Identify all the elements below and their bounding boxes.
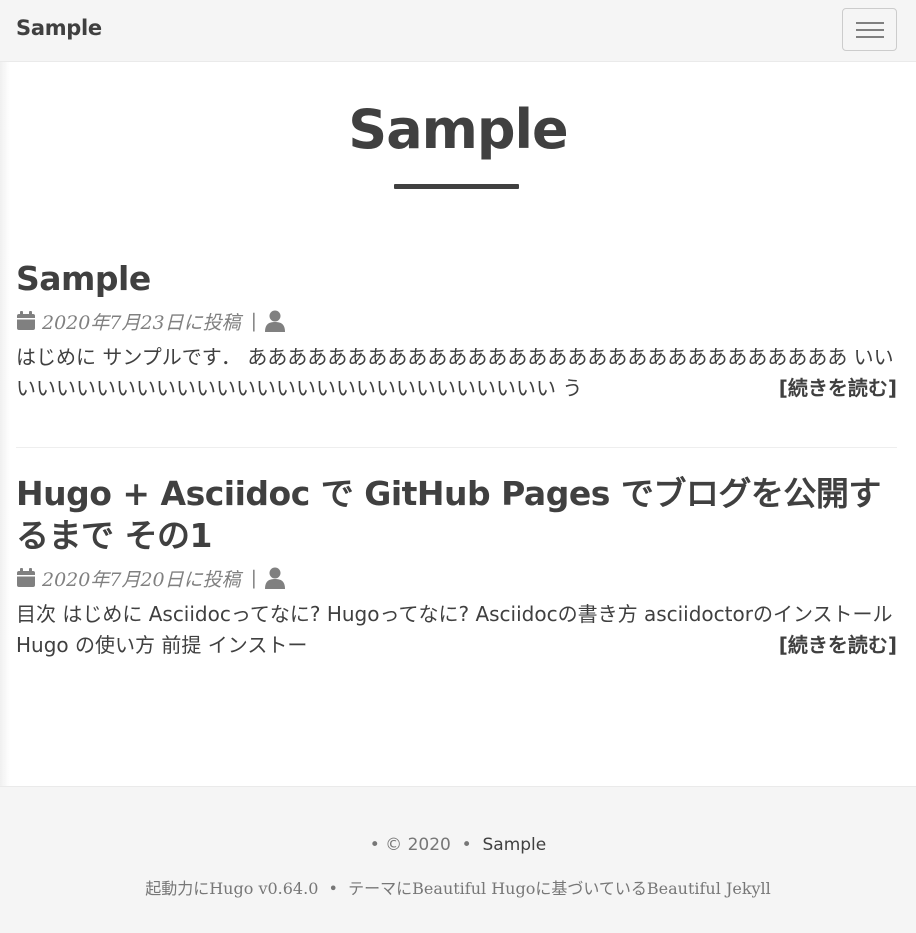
excerpt-text: 目次 はじめに Asciidocってなに? Hugoってなに? Asciidoc… (16, 602, 893, 657)
post-date: 2020年7月20日に投稿 (42, 568, 241, 591)
post-preview-item: Hugo + Asciidoc で GitHub Pages でブログを公開する… (16, 473, 897, 661)
footer-bullet: • (369, 835, 380, 855)
post-date: 2020年7月23日に投稿 (42, 311, 241, 334)
meta-separator: | (250, 567, 258, 589)
post-title[interactable]: Sample (16, 258, 897, 300)
footer-bullet: • (328, 879, 338, 898)
read-more-link[interactable]: [続きを読む] (772, 373, 897, 404)
footer-credits: 起動力にHugo v0.64.0 • テーマにBeautiful Hugoに基づ… (0, 875, 916, 899)
theme-suffix: に基づいている (535, 879, 647, 898)
read-more-link[interactable]: [続きを読む] (772, 630, 897, 661)
meta-separator: | (250, 310, 258, 332)
calendar-icon (17, 568, 35, 587)
user-icon (265, 567, 286, 589)
theme-link[interactable]: Beautiful Hugo (412, 879, 535, 898)
post-meta: 2020年7月20日に投稿 | (16, 563, 897, 593)
post-meta: 2020年7月23日に投稿 | (16, 306, 897, 336)
theme-prefix: テーマに (348, 879, 413, 898)
user-icon (265, 310, 286, 332)
calendar-icon (17, 311, 35, 330)
footer-bullet: • (461, 835, 472, 855)
page-edge-shadow (0, 62, 10, 786)
hugo-link[interactable]: Hugo v0.64.0 (209, 879, 318, 898)
footer-copyright: • © 2020 • Sample (0, 835, 916, 855)
jekyll-link[interactable]: Beautiful Jekyll (647, 879, 771, 898)
top-navbar: Sample (0, 0, 916, 62)
footer-site-link[interactable]: Sample (483, 835, 547, 855)
navbar-brand[interactable]: Sample (16, 16, 102, 40)
copyright-text: © 2020 (385, 835, 451, 855)
title-underline (394, 184, 519, 189)
menu-toggle-button[interactable] (842, 8, 897, 51)
page-footer: • © 2020 • Sample 起動力にHugo v0.64.0 • テーマ… (0, 786, 916, 933)
post-divider (16, 447, 897, 448)
post-preview-item: Sample 2020年7月23日に投稿 | はじめに サンプルです． ああああ… (16, 258, 897, 404)
post-title[interactable]: Hugo + Asciidoc で GitHub Pages でブログを公開する… (16, 473, 897, 557)
post-excerpt: 目次 はじめに Asciidocってなに? Hugoってなに? Asciidoc… (16, 599, 897, 661)
excerpt-text: はじめに サンプルです． あああああああああああああああああああああああああああ… (16, 345, 894, 400)
post-excerpt: はじめに サンプルです． あああああああああああああああああああああああああああ… (16, 342, 897, 404)
page-title: Sample (348, 98, 568, 161)
powered-prefix: 起動力に (145, 879, 210, 898)
